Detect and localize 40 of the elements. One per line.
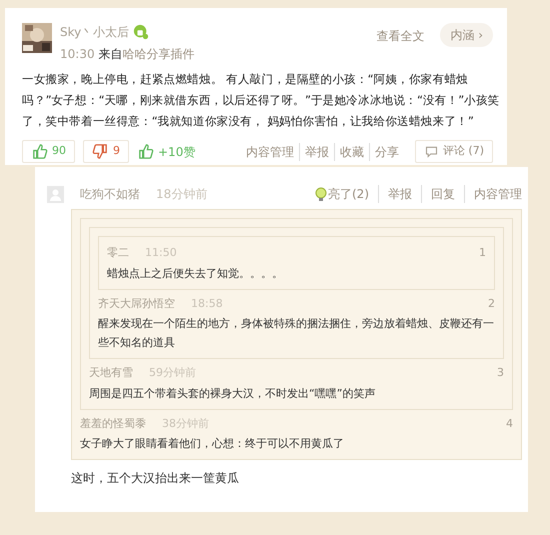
- action-link[interactable]: 举报: [298, 142, 329, 160]
- action-link[interactable]: 分享: [368, 142, 399, 160]
- quote-author[interactable]: 零二: [107, 245, 129, 262]
- quote-author[interactable]: 齐天大屌孙悟空: [98, 296, 175, 312]
- badge-icon: [133, 24, 150, 40]
- action-link[interactable]: 回复: [421, 185, 455, 203]
- action-link[interactable]: 内容管理: [246, 142, 294, 160]
- quote-text: 女子睁大了眼睛看着他们，心想：终于可以不用黄瓜了: [80, 436, 345, 452]
- vote-button[interactable]: 9: [83, 140, 129, 163]
- quote-text: 周围是四五个带着头套的裸身大汉，不时发出“嘿嘿”的笑声: [89, 386, 376, 402]
- thumbs-up-icon: [31, 143, 48, 160]
- floor-number: 4: [506, 416, 513, 432]
- commenter-name[interactable]: 吃狗不如猪: [80, 185, 140, 203]
- vote-button[interactable]: 90: [22, 140, 75, 163]
- category-button[interactable]: 内涵 ›: [440, 23, 493, 47]
- author-name[interactable]: Sky丶小太后: [60, 23, 130, 41]
- quote-text: 醒来发现在一个陌生的地方，身体被特殊的捆法捆住，旁边放着蜡烛、皮鞭还有一些不知名的道具: [98, 316, 495, 351]
- comment-time: 18分钟前: [156, 186, 208, 203]
- like-link[interactable]: 亮了(2): [328, 185, 369, 203]
- action-link[interactable]: 举报: [378, 185, 412, 203]
- source-label: 来自: [98, 47, 123, 61]
- thumbs-down-icon: [92, 143, 109, 160]
- thumbs-up-icon: [137, 143, 154, 160]
- action-link[interactable]: 内容管理: [464, 185, 522, 203]
- view-full-link[interactable]: 查看全文: [376, 27, 424, 45]
- floor-number: 2: [488, 296, 495, 312]
- reply-text: 这时，五个大汉抬出来一筐黄瓜: [71, 470, 240, 487]
- quote-author[interactable]: 天地有雪: [89, 365, 133, 382]
- speech-bubble-icon: [424, 144, 439, 159]
- post-time: 10:30: [60, 47, 95, 61]
- light-bulb-icon: [314, 186, 328, 202]
- post-text: 一女搬家，晚上停电，赶紧点燃蜡烛。 有人敲门，是隔壁的小孩：“阿姨，你家有蜡烛吗？”女子想：“天哪，刚来就借东西，以后还得了呀。”于是她冷冰冰地说：“没有！”小孩笑了，笑中带着一丝得意：“我就知道你家没有， 妈妈怕你害怕，让我给你送蜡烛来了！”: [22, 71, 500, 130]
- floor-number: 3: [497, 365, 504, 381]
- source-link[interactable]: 哈哈分享插件: [122, 47, 195, 61]
- quote-text: 蜡烛点上之后便失去了知觉。。。。: [107, 266, 284, 282]
- quote-author[interactable]: 羞羞的怪蜀黍: [80, 416, 146, 432]
- comment-button[interactable]: 评论 (7): [414, 140, 493, 163]
- floor-number: 1: [479, 245, 486, 261]
- vote-count[interactable]: +10赞: [158, 142, 196, 160]
- action-link[interactable]: 收藏: [334, 142, 364, 160]
